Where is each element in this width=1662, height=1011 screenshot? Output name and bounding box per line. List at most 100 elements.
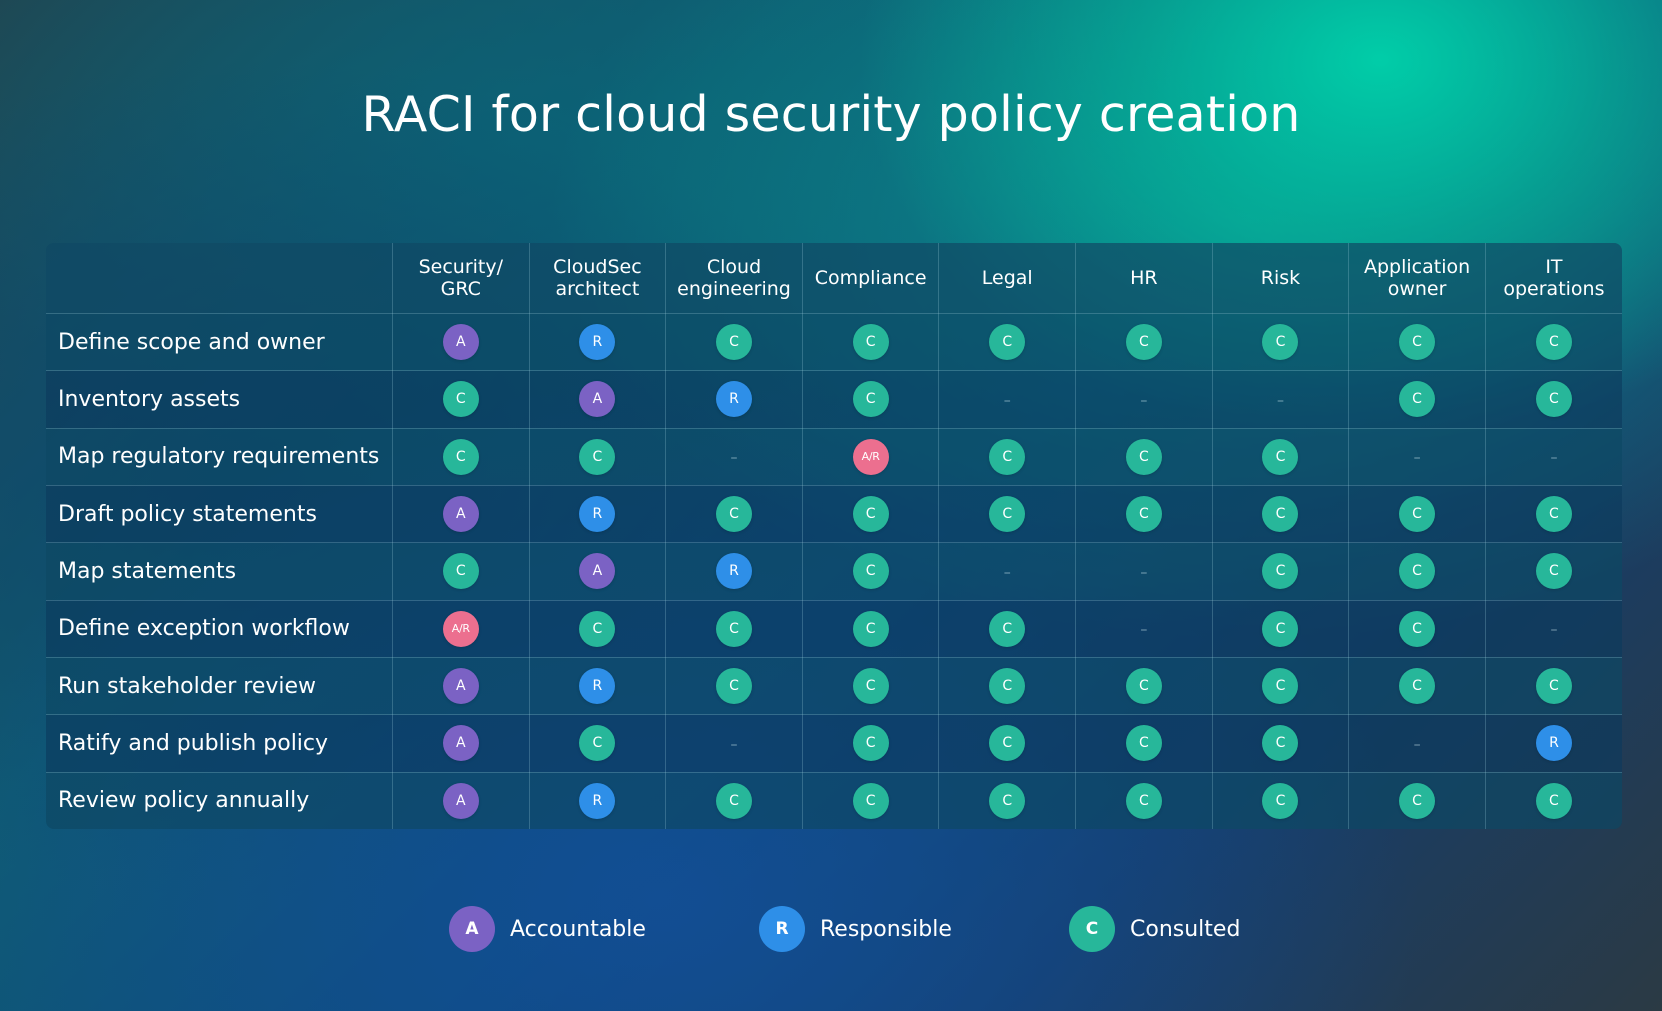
raci-cell-it-operations: C bbox=[1484, 312, 1622, 372]
raci-cell-security-grc: A bbox=[392, 656, 530, 716]
raci-cell-application-owner: – bbox=[1348, 427, 1486, 486]
raci-cell-cloud-engineering: – bbox=[665, 714, 803, 773]
consulted-badge: C bbox=[852, 725, 889, 762]
raci-cell-cloud-engineering: R bbox=[665, 542, 803, 601]
raci-cell-hr: C bbox=[1075, 714, 1213, 773]
consulted-badge: C bbox=[1262, 668, 1299, 705]
column-header-compliance: Compliance bbox=[801, 243, 940, 314]
raci-cell-legal: C bbox=[938, 599, 1077, 658]
consulted-badge: C bbox=[716, 324, 753, 361]
raci-cell-cloudsec-architect: C bbox=[528, 427, 667, 486]
not-involved-dash: – bbox=[1140, 622, 1148, 639]
accountable-badge: A bbox=[579, 381, 616, 418]
not-involved-dash: – bbox=[730, 450, 738, 467]
raci-cell-security-grc: A bbox=[392, 312, 530, 372]
not-involved-dash: – bbox=[730, 736, 738, 753]
table-row: Map statements C A R C – – C C C bbox=[46, 542, 1622, 601]
accountable-badge: A bbox=[442, 725, 479, 762]
not-involved-dash: – bbox=[1276, 392, 1284, 409]
consulted-badge: C bbox=[579, 438, 616, 475]
consulted-badge: C bbox=[1535, 553, 1572, 590]
raci-table-body: Define scope and owner A R C C C C C C C Inventory… bbox=[46, 312, 1622, 829]
raci-cell-application-owner: C bbox=[1348, 542, 1486, 601]
consulted-badge: C bbox=[852, 553, 889, 590]
activity-label: Define exception workflow bbox=[46, 599, 393, 658]
responsible-badge: R bbox=[579, 324, 616, 361]
raci-cell-cloud-engineering: C bbox=[665, 599, 803, 658]
legend-item-responsible: R Responsible bbox=[759, 905, 952, 953]
consulted-badge: C bbox=[989, 324, 1026, 361]
consulted-badge: C bbox=[989, 668, 1026, 705]
accountable-badge: A bbox=[442, 496, 479, 533]
raci-cell-cloud-engineering: – bbox=[665, 427, 803, 486]
activity-label: Run stakeholder review bbox=[46, 656, 393, 716]
raci-cell-risk: C bbox=[1211, 599, 1350, 658]
consulted-badge: C bbox=[716, 610, 753, 647]
legend-label-consulted: Consulted bbox=[1130, 916, 1241, 942]
consulted-badge: C bbox=[716, 668, 753, 705]
consulted-badge: C bbox=[1125, 324, 1162, 361]
raci-cell-it-operations: C bbox=[1484, 542, 1622, 601]
not-involved-dash: – bbox=[1413, 450, 1421, 467]
consulted-badge: C bbox=[852, 610, 889, 647]
raci-cell-legal: – bbox=[938, 542, 1077, 601]
raci-cell-compliance: C bbox=[801, 542, 940, 601]
consulted-badge: C bbox=[852, 324, 889, 361]
raci-cell-risk: C bbox=[1211, 714, 1350, 773]
raci-cell-it-operations: C bbox=[1484, 771, 1622, 829]
consulted-badge: C bbox=[1125, 496, 1162, 533]
consulted-badge: C bbox=[852, 496, 889, 533]
raci-cell-legal: C bbox=[938, 656, 1077, 716]
column-header-hr: HR bbox=[1075, 243, 1213, 314]
consulted-badge: C bbox=[852, 381, 889, 418]
raci-cell-security-grc: A/R bbox=[392, 599, 530, 658]
consulted-badge: C bbox=[716, 782, 753, 819]
consulted-badge: C bbox=[852, 668, 889, 705]
consulted-badge: C bbox=[1262, 553, 1299, 590]
raci-cell-application-owner: C bbox=[1348, 599, 1486, 658]
activity-label: Map statements bbox=[46, 542, 393, 601]
consulted-badge: C bbox=[1535, 324, 1572, 361]
raci-cell-it-operations: C bbox=[1484, 484, 1622, 544]
activity-label: Inventory assets bbox=[46, 370, 393, 429]
raci-cell-compliance: C bbox=[801, 656, 940, 716]
column-header-risk: Risk bbox=[1211, 243, 1350, 314]
activity-label: Map regulatory requirements bbox=[46, 427, 393, 486]
consulted-badge: C bbox=[989, 496, 1026, 533]
consulted-badge: C bbox=[1399, 610, 1436, 647]
column-header-cloud-engineering: Cloud engineering bbox=[665, 243, 803, 314]
raci-cell-risk: C bbox=[1211, 542, 1350, 601]
consulted-badge: C bbox=[442, 553, 479, 590]
consulted-badge: C bbox=[1535, 496, 1572, 533]
consulted-badge: C bbox=[989, 725, 1026, 762]
consulted-badge: C bbox=[442, 438, 479, 475]
consulted-badge: C bbox=[716, 496, 753, 533]
activity-label: Ratify and publish policy bbox=[46, 714, 393, 773]
responsible-badge: R bbox=[579, 782, 616, 819]
column-header-legal: Legal bbox=[938, 243, 1077, 314]
header-row: Security/ GRC CloudSec architect Cloud e… bbox=[46, 243, 1622, 314]
raci-cell-compliance: C bbox=[801, 771, 940, 829]
table-row: Review policy annually A R C C C C C C C bbox=[46, 771, 1622, 829]
legend-label-accountable: Accountable bbox=[510, 916, 646, 942]
consulted-badge: C bbox=[1262, 496, 1299, 533]
responsible-badge: R bbox=[579, 496, 616, 533]
consulted-badge: C bbox=[1399, 324, 1436, 361]
activity-label: Draft policy statements bbox=[46, 484, 393, 544]
raci-cell-application-owner: C bbox=[1348, 370, 1486, 429]
consulted-badge: C bbox=[1399, 782, 1436, 819]
not-involved-dash: – bbox=[1140, 564, 1148, 581]
raci-cell-hr: C bbox=[1075, 427, 1213, 486]
raci-cell-hr: C bbox=[1075, 656, 1213, 716]
raci-cell-risk: C bbox=[1211, 771, 1350, 829]
accountable-badge: A bbox=[579, 553, 616, 590]
not-involved-dash: – bbox=[1550, 622, 1558, 639]
not-involved-dash: – bbox=[1140, 392, 1148, 409]
raci-cell-compliance: C bbox=[801, 484, 940, 544]
consulted-badge: C bbox=[1399, 381, 1436, 418]
column-header-security-grc: Security/ GRC bbox=[392, 243, 530, 314]
corner-header-cell bbox=[46, 243, 393, 314]
consulted-badge: C bbox=[1262, 782, 1299, 819]
legend-label-responsible: Responsible bbox=[820, 916, 952, 942]
consulted-badge: C bbox=[442, 381, 479, 418]
